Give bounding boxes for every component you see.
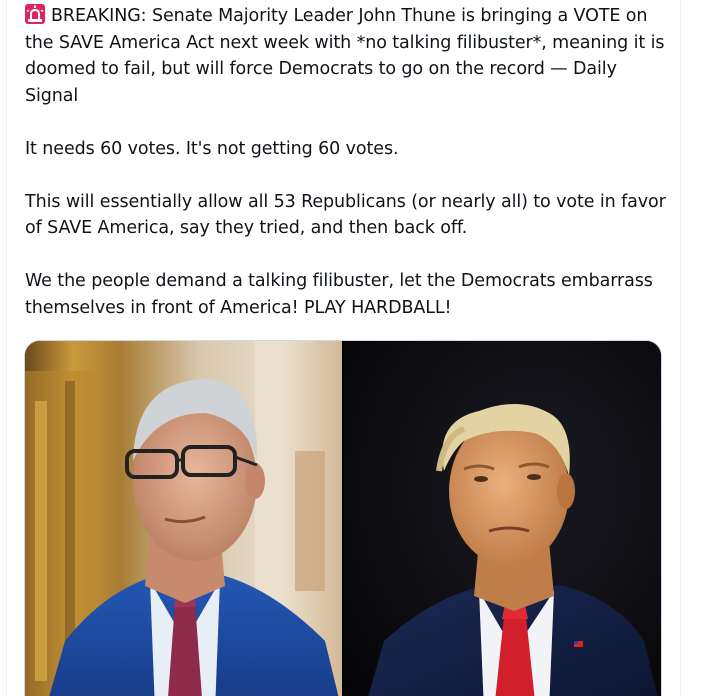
media-photo-right[interactable] — [344, 341, 661, 696]
tweet-paragraph-1: BREAKING: Senate Majority Leader John Th… — [25, 3, 675, 109]
tweet-media-grid[interactable] — [24, 340, 662, 696]
rotating-light-siren-icon — [25, 4, 45, 24]
man-red-tie-dark-background-photo — [344, 341, 661, 696]
tweet-text: BREAKING: Senate Majority Leader John Th… — [25, 3, 675, 321]
tweet-view: BREAKING: Senate Majority Leader John Th… — [0, 0, 709, 696]
media-photo-left[interactable] — [25, 341, 342, 696]
tweet-paragraph-1-text: BREAKING: Senate Majority Leader John Th… — [25, 6, 665, 106]
tweet-paragraph-2: It needs 60 votes. It's not getting 60 v… — [25, 138, 399, 159]
timeline-border-right — [680, 0, 681, 696]
tweet-paragraph-3: This will essentially allow all 53 Repub… — [25, 191, 666, 239]
man-with-glasses-blue-suit-photo — [25, 341, 342, 696]
tweet-paragraph-4: We the people demand a talking filibuste… — [25, 271, 653, 318]
timeline-border-left — [6, 0, 7, 696]
